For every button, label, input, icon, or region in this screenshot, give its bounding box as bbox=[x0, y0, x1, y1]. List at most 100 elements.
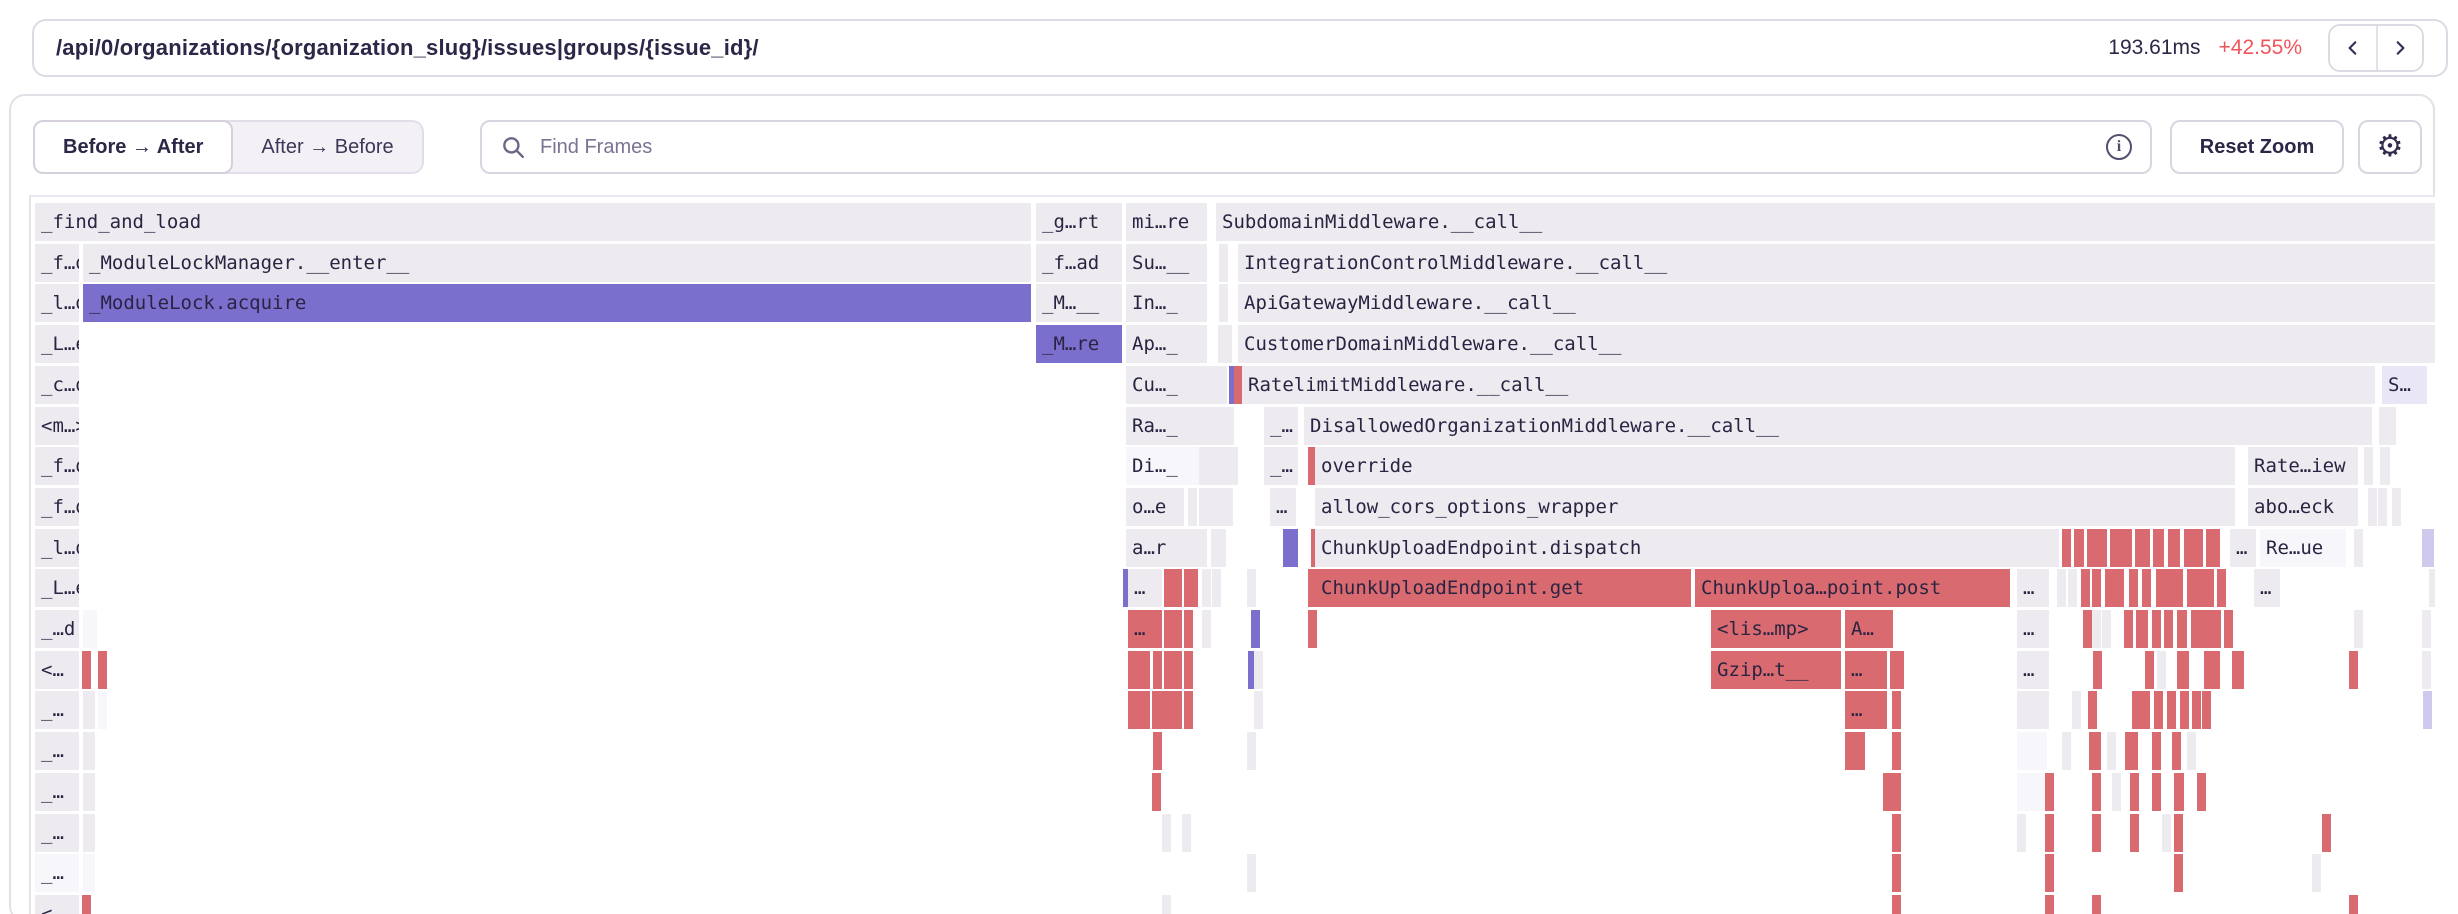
flame-frame[interactable]: _ModuleLock.acquire bbox=[83, 284, 1031, 322]
flame-frame-sliver[interactable] bbox=[2422, 610, 2431, 648]
flame-frame-sliver[interactable] bbox=[2092, 895, 2101, 914]
flame-frame-sliver[interactable] bbox=[2092, 610, 2101, 648]
flame-frame-sliver[interactable] bbox=[2087, 529, 2107, 567]
flame-frame-sliver[interactable] bbox=[1153, 651, 1162, 689]
flame-frame-sliver[interactable] bbox=[1128, 651, 1150, 689]
flame-frame-sliver[interactable] bbox=[2429, 569, 2435, 607]
flame-frame-sliver[interactable] bbox=[1892, 732, 1901, 770]
flame-frame-sliver[interactable] bbox=[2192, 691, 2201, 729]
flame-frame-sliver[interactable] bbox=[1189, 569, 1198, 607]
flame-frame-sliver[interactable] bbox=[1153, 732, 1162, 770]
flame-frame-sliver[interactable] bbox=[1152, 773, 1161, 811]
flame-frame[interactable]: <m…> bbox=[35, 407, 79, 445]
flame-frame-sliver[interactable] bbox=[2157, 651, 2166, 689]
flame-frame[interactable]: _… bbox=[35, 691, 79, 729]
flame-frame-sliver[interactable] bbox=[2130, 773, 2139, 811]
flame-frame-sliver[interactable] bbox=[1845, 732, 1865, 770]
flame-frame-sliver[interactable] bbox=[1308, 610, 1317, 648]
flame-frame[interactable]: CustomerDomainMiddleware.__call__ bbox=[1238, 325, 2435, 363]
flame-frame-sliver[interactable] bbox=[2068, 569, 2077, 607]
flame-frame-sliver[interactable] bbox=[2379, 407, 2396, 445]
flame-frame-sliver[interactable] bbox=[2129, 569, 2138, 607]
flame-frame[interactable]: Di…_ bbox=[1126, 447, 1207, 485]
flame-frame-sliver[interactable] bbox=[2174, 569, 2183, 607]
previous-button[interactable] bbox=[2330, 26, 2376, 70]
flame-frame[interactable]: IntegrationControlMiddleware.__call__ bbox=[1238, 244, 2435, 282]
flame-frame-sliver[interactable] bbox=[2354, 529, 2363, 567]
flame-frame-sliver[interactable] bbox=[1225, 407, 1234, 445]
flame-frame-sliver[interactable] bbox=[1162, 814, 1171, 852]
flame-frame-sliver[interactable] bbox=[2174, 773, 2184, 811]
flame-frame[interactable]: _… bbox=[35, 732, 79, 770]
flame-frame[interactable]: _… bbox=[1264, 407, 1298, 445]
flame-frame-sliver[interactable] bbox=[2202, 691, 2211, 729]
flame-frame-sliver[interactable] bbox=[2174, 854, 2183, 892]
flame-frame-sliver[interactable] bbox=[98, 691, 107, 729]
flame-frame[interactable]: … bbox=[2230, 529, 2256, 567]
flame-frame-sliver[interactable] bbox=[2152, 773, 2161, 811]
flame-frame[interactable]: _…d bbox=[35, 610, 79, 648]
flame-frame[interactable]: _find_and_load bbox=[35, 203, 1031, 241]
flame-frame-sliver[interactable] bbox=[1162, 895, 1171, 914]
flame-frame[interactable]: … bbox=[2017, 569, 2049, 607]
flame-frame-sliver[interactable] bbox=[2232, 651, 2244, 689]
flame-frame-sliver[interactable] bbox=[1254, 651, 1263, 689]
flame-frame-sliver[interactable] bbox=[2209, 610, 2221, 648]
flame-frame-sliver[interactable] bbox=[2354, 610, 2363, 648]
flame-frame-sliver[interactable] bbox=[83, 814, 95, 852]
flame-frame-sliver[interactable] bbox=[1892, 895, 1901, 914]
flame-frame-sliver[interactable] bbox=[2180, 691, 2189, 729]
flame-frame-sliver[interactable] bbox=[1205, 447, 1214, 485]
reset-zoom-button[interactable]: Reset Zoom bbox=[2170, 120, 2344, 174]
flame-frame-sliver[interactable] bbox=[1892, 691, 1901, 729]
flame-frame-sliver[interactable] bbox=[2392, 488, 2401, 526]
flame-frame-sliver[interactable] bbox=[2423, 691, 2432, 729]
flame-frame-sliver[interactable] bbox=[1883, 773, 1892, 811]
flame-frame-sliver[interactable] bbox=[1164, 691, 1182, 729]
flame-frame[interactable]: … bbox=[2017, 610, 2049, 648]
flame-frame-sliver[interactable] bbox=[2135, 529, 2150, 567]
flame-frame-sliver[interactable] bbox=[1182, 814, 1191, 852]
flame-frame-sliver[interactable] bbox=[2191, 610, 2200, 648]
flame-frame-sliver[interactable] bbox=[2196, 569, 2205, 607]
flame-frame-sliver[interactable] bbox=[2114, 569, 2124, 607]
flame-frame-sliver[interactable] bbox=[1219, 284, 1228, 322]
flame-frame-sliver[interactable] bbox=[2168, 529, 2180, 567]
flame-frame-sliver[interactable] bbox=[2349, 651, 2358, 689]
flame-frame[interactable]: SubdomainMiddleware.__call__ bbox=[1216, 203, 2435, 241]
flame-frame-sliver[interactable] bbox=[2017, 773, 2047, 811]
flame-frame-sliver[interactable] bbox=[98, 651, 107, 689]
flame-frame-sliver[interactable] bbox=[1254, 691, 1263, 729]
flame-frame-sliver[interactable] bbox=[83, 691, 95, 729]
flame-frame[interactable]: _f…d bbox=[35, 447, 79, 485]
search-input[interactable] bbox=[538, 135, 2106, 160]
flame-frame-sliver[interactable] bbox=[2217, 569, 2226, 607]
flame-frame[interactable]: ChunkUploadEndpoint.dispatch bbox=[1315, 529, 2059, 567]
flame-frame-sliver[interactable] bbox=[1164, 569, 1182, 607]
flame-frame-sliver[interactable] bbox=[2322, 814, 2331, 852]
flame-frame-sliver[interactable] bbox=[2017, 814, 2026, 852]
flame-frame-sliver[interactable] bbox=[82, 895, 91, 914]
flame-frame-sliver[interactable] bbox=[2045, 814, 2054, 852]
flame-frame[interactable]: ApiGatewayMiddleware.__call__ bbox=[1238, 284, 2435, 322]
flame-frame[interactable]: Su…__ bbox=[1126, 244, 1207, 282]
flame-frame-sliver[interactable] bbox=[1212, 569, 1221, 607]
flame-frame-sliver[interactable] bbox=[2045, 854, 2054, 892]
flame-frame-sliver[interactable] bbox=[2312, 854, 2321, 892]
flame-frame-sliver[interactable] bbox=[2162, 814, 2171, 852]
flame-frame-sliver[interactable] bbox=[1895, 651, 1904, 689]
flame-frame-sliver[interactable] bbox=[2089, 732, 2101, 770]
flame-frame-sliver[interactable] bbox=[1164, 610, 1182, 648]
flame-frame-sliver[interactable] bbox=[2152, 610, 2161, 648]
flame-frame-sliver[interactable] bbox=[2378, 488, 2387, 526]
flame-frame-sliver[interactable] bbox=[1247, 732, 1256, 770]
flame-frame[interactable]: Cu…_ bbox=[1126, 366, 1207, 404]
flame-frame-sliver[interactable] bbox=[1184, 651, 1193, 689]
flame-frame-sliver[interactable] bbox=[2177, 651, 2189, 689]
flame-frame-sliver[interactable] bbox=[2112, 773, 2121, 811]
flame-frame-sliver[interactable] bbox=[2062, 529, 2071, 567]
flame-frame[interactable]: <lis…mp> bbox=[1711, 610, 1841, 648]
flame-frame-sliver[interactable] bbox=[2083, 610, 2092, 648]
flame-frame[interactable]: Ra…_ bbox=[1126, 407, 1207, 445]
flame-frame-sliver[interactable] bbox=[1229, 447, 1238, 485]
